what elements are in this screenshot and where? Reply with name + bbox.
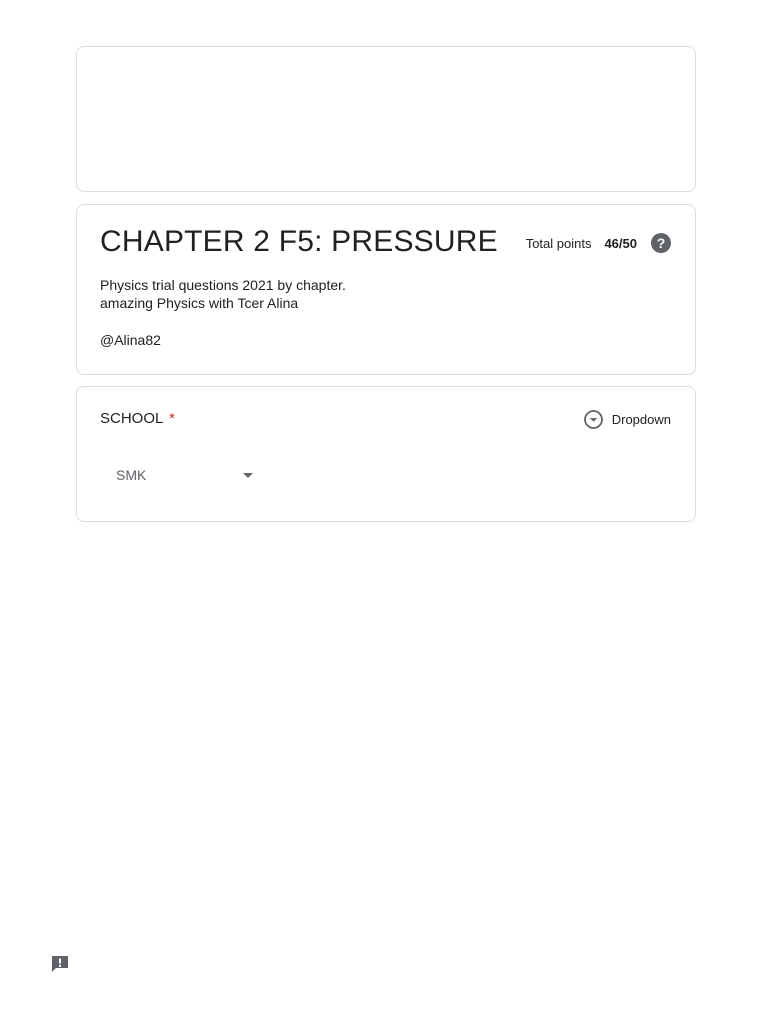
description-line: Physics trial questions 2021 by chapter. [100, 277, 346, 293]
school-question-card: SCHOOL * Dropdown SMK [76, 386, 696, 522]
form-description: Physics trial questions 2021 by chapter.… [100, 276, 346, 349]
question-type-label: Dropdown [611, 412, 671, 427]
header-banner-card [76, 46, 696, 192]
description-author: @Alina82 [100, 332, 161, 348]
required-asterisk: * [168, 410, 175, 427]
question-title-text: SCHOOL [100, 410, 163, 427]
question-title: SCHOOL * [100, 410, 175, 427]
dropdown-circle-icon [583, 409, 604, 430]
total-points-label: Total points [525, 235, 592, 251]
report-feedback-icon[interactable] [50, 954, 70, 974]
caret-down-icon [243, 473, 253, 478]
description-line: amazing Physics with Tcer Alina [100, 295, 299, 311]
form-header-card: CHAPTER 2 F5: PRESSURE Total points 46/5… [76, 204, 696, 375]
help-icon[interactable]: ? [651, 233, 671, 253]
question-type-indicator: Dropdown [583, 409, 671, 430]
total-points: Total points 46/50 ? [526, 233, 671, 253]
school-dropdown[interactable]: SMK [100, 455, 260, 495]
dropdown-selected-value: SMK [116, 467, 147, 483]
total-points-value: 46/50 [604, 235, 637, 251]
form-title: CHAPTER 2 F5: PRESSURE [100, 225, 498, 258]
